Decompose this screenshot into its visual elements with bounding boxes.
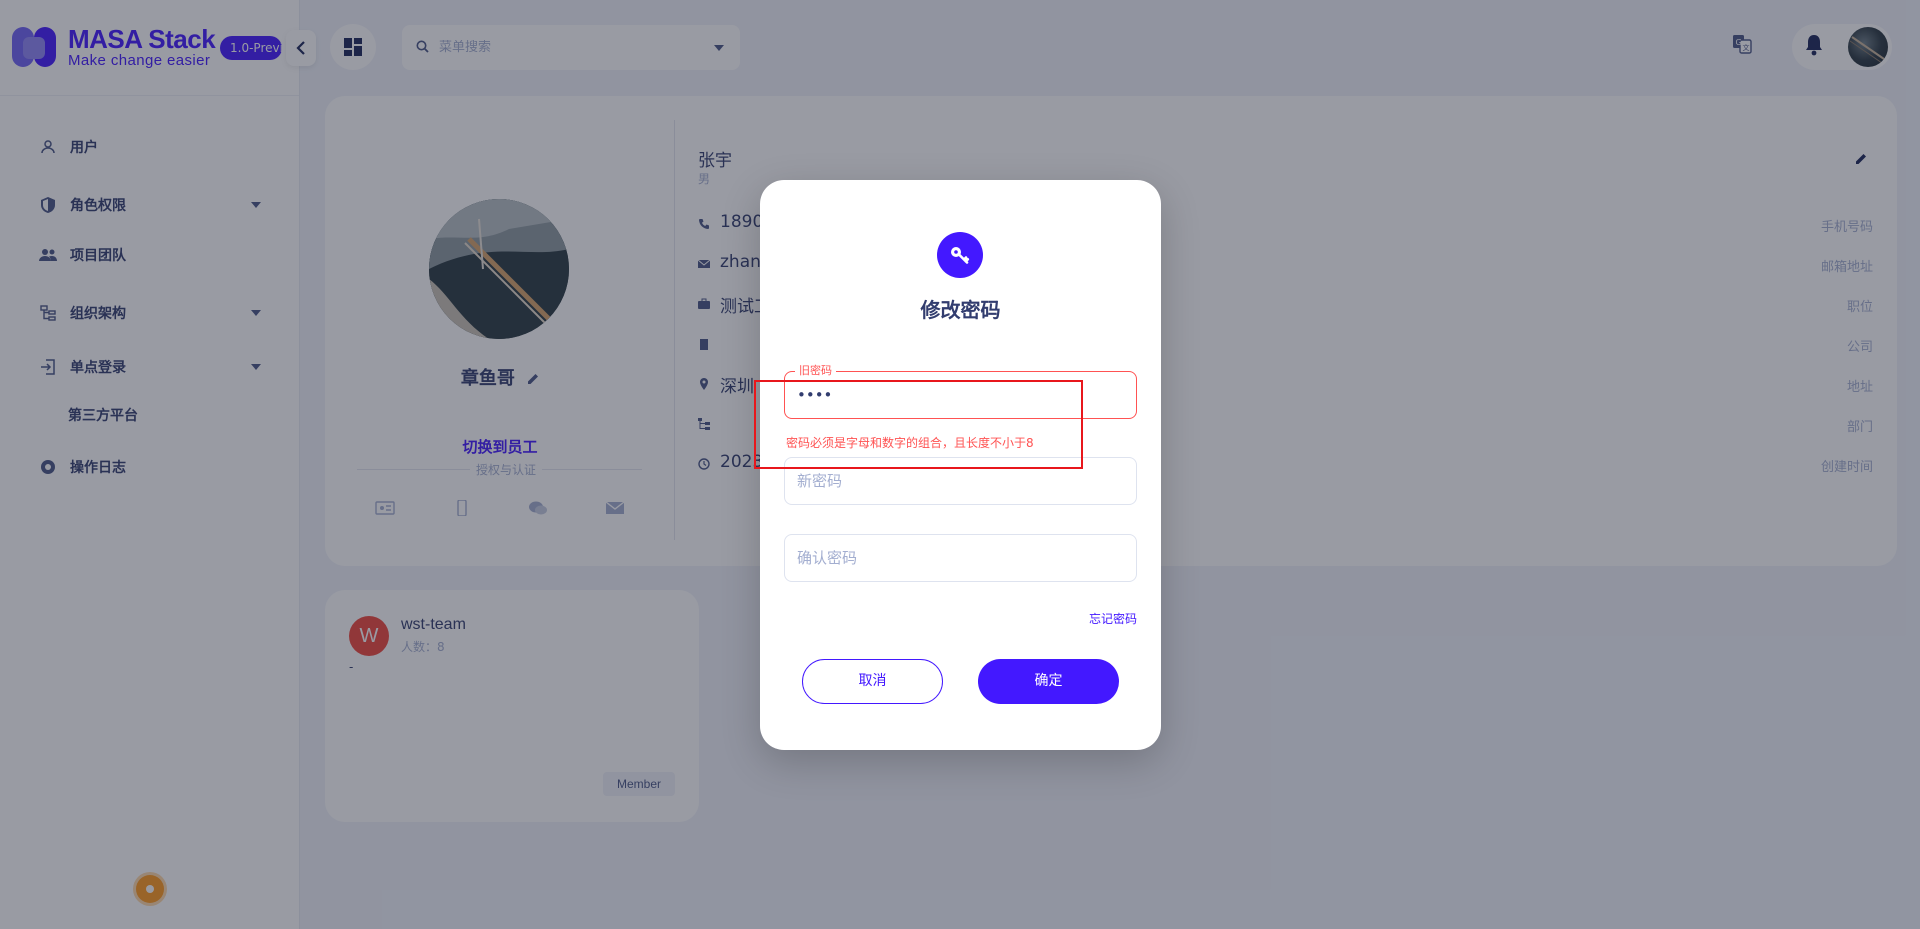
forgot-password-link[interactable]: 忘记密码: [1089, 610, 1137, 627]
cancel-button[interactable]: 取消: [802, 659, 943, 704]
confirm-password-field[interactable]: [784, 534, 1137, 582]
dialog-title: 修改密码: [920, 298, 1001, 322]
annotation-highlight-box: [754, 380, 1083, 469]
key-icon: [937, 232, 983, 278]
old-password-label: 旧密码: [795, 364, 836, 378]
confirm-password-input[interactable]: [785, 535, 1136, 581]
confirm-button[interactable]: 确定: [978, 659, 1119, 704]
